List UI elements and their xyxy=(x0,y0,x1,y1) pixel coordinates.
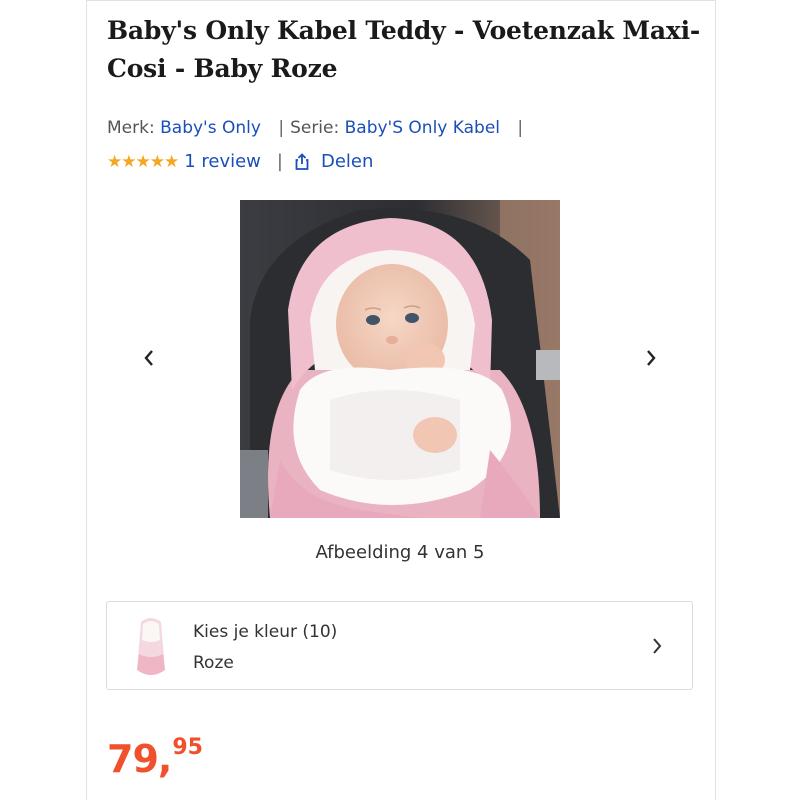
series-link[interactable]: Baby'S Only Kabel xyxy=(345,118,500,138)
brand-label: Merk: xyxy=(107,118,155,138)
price-cents: 95 xyxy=(172,735,203,760)
divider: | xyxy=(278,118,285,138)
gallery-prev-button[interactable] xyxy=(134,340,164,376)
gallery-counter: Afbeelding 4 van 5 xyxy=(315,542,485,563)
rating-stars: ★★★★★ xyxy=(107,152,179,172)
price: 79, 95 xyxy=(107,735,203,783)
chevron-right-icon xyxy=(653,638,662,654)
color-selector-label: Kies je kleur (10) xyxy=(193,622,338,642)
brand-link[interactable]: Baby's Only xyxy=(160,118,261,138)
product-meta: Merk: Baby's Only | Serie: Baby'S Only Ka… xyxy=(107,116,529,140)
rating-share-row: ★★★★★ 1 review | Delen xyxy=(107,150,373,174)
price-main: 79, xyxy=(107,737,172,781)
share-label: Delen xyxy=(320,151,374,172)
product-image[interactable] xyxy=(240,200,560,518)
series-label: Serie: xyxy=(290,118,340,138)
color-selected-value: Roze xyxy=(193,653,234,673)
color-thumbnail xyxy=(137,618,165,675)
share-icon xyxy=(295,153,309,170)
gallery-next-button[interactable] xyxy=(636,340,666,376)
chevron-right-icon xyxy=(647,350,656,366)
product-title: Baby's Only Kabel Teddy - Voetenzak Maxi… xyxy=(107,16,701,83)
share-button[interactable]: Delen xyxy=(293,150,373,174)
divider: | xyxy=(276,151,283,172)
reviews-link[interactable]: 1 review xyxy=(184,150,261,174)
divider: | xyxy=(517,118,524,138)
color-selector[interactable]: Kies je kleur (10) Roze xyxy=(106,601,693,690)
chevron-left-icon xyxy=(144,350,153,366)
